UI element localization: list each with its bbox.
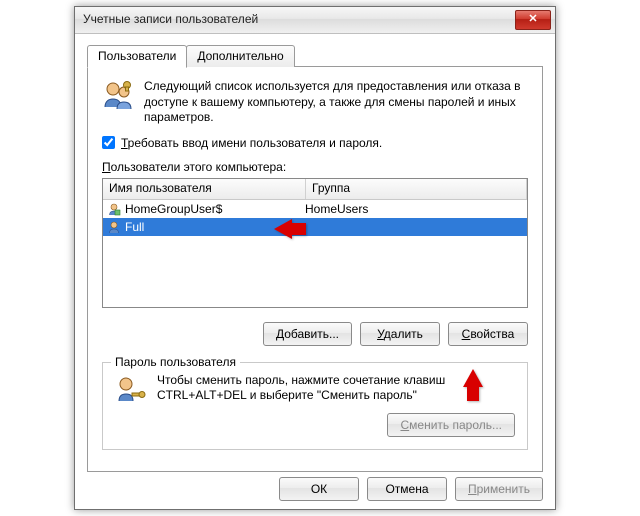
titlebar[interactable]: Учетные записи пользователей ✕ — [75, 7, 555, 34]
user-accounts-dialog: Учетные записи пользователей ✕ Пользоват… — [74, 6, 556, 510]
cell-username: HomeGroupUser$ — [125, 202, 222, 216]
apply-button: Применить — [455, 477, 543, 501]
remove-user-button[interactable]: Удалить — [360, 322, 440, 346]
change-password-button: Сменить пароль... — [387, 413, 515, 437]
ok-button[interactable]: ОК — [279, 477, 359, 501]
column-header-group[interactable]: Группа — [306, 179, 527, 199]
properties-button[interactable]: Свойства — [448, 322, 528, 346]
tab-panel-users: Следующий список используется для предос… — [87, 66, 543, 472]
password-group-legend: Пароль пользователя — [111, 355, 240, 369]
users-list-label: Пользователи этого компьютера: — [102, 160, 528, 174]
password-hint-text: Чтобы сменить пароль, нажмите сочетание … — [157, 373, 515, 405]
add-user-button[interactable]: Добавить... — [263, 322, 352, 346]
listview-header[interactable]: Имя пользователя Группа — [103, 179, 527, 200]
column-header-username[interactable]: Имя пользователя — [103, 179, 306, 199]
tab-users[interactable]: Пользователи — [87, 45, 187, 68]
require-login-checkbox[interactable] — [102, 136, 115, 149]
cell-group: HomeUsers — [301, 202, 527, 216]
window-title: Учетные записи пользователей — [83, 12, 258, 26]
password-group: Пароль пользователя Чтобы сменить пароль… — [102, 362, 528, 450]
intro-text: Следующий список используется для предос… — [144, 79, 528, 126]
cell-username: Full — [125, 220, 144, 234]
tabstrip: Пользователи Дополнительно — [87, 44, 543, 67]
list-item[interactable]: Full — [103, 218, 527, 236]
users-icon — [102, 79, 134, 111]
tab-advanced[interactable]: Дополнительно — [186, 45, 294, 67]
cancel-button[interactable]: Отмена — [367, 477, 447, 501]
key-icon — [115, 373, 147, 405]
list-item[interactable]: HomeGroupUser$ HomeUsers — [103, 200, 527, 218]
close-icon[interactable]: ✕ — [515, 10, 551, 30]
require-login-label[interactable]: Требовать ввод имени пользователя и паро… — [121, 136, 382, 150]
users-listview[interactable]: Имя пользователя Группа — [102, 178, 528, 308]
user-icon — [107, 202, 121, 216]
user-icon — [107, 220, 121, 234]
